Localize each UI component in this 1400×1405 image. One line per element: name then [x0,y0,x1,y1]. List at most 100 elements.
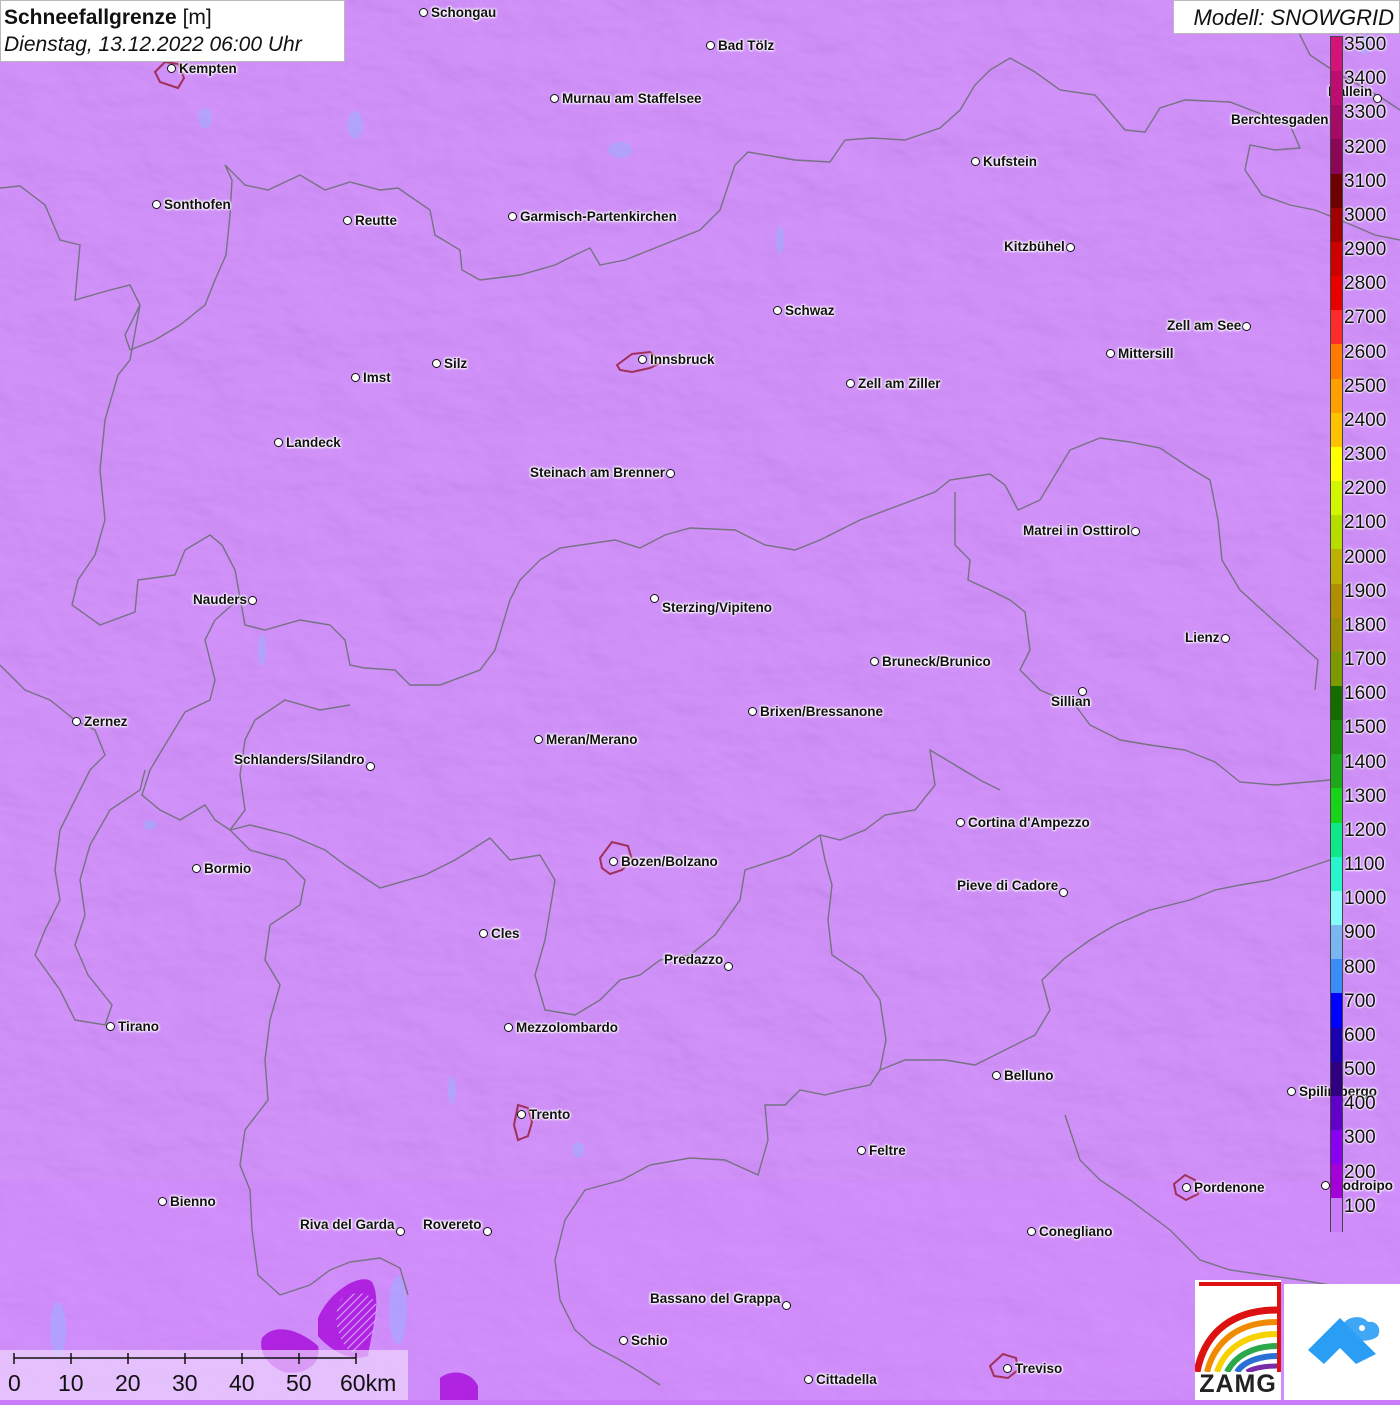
city-marker[interactable] [857,1146,866,1155]
city-label[interactable]: Schlanders/Silandro [234,752,365,768]
city-marker[interactable] [1242,322,1251,331]
city-label[interactable]: Silz [444,356,467,372]
city-label[interactable]: Treviso [1015,1361,1062,1377]
city-marker[interactable] [1066,243,1075,252]
city-marker[interactable] [804,1375,813,1384]
city-marker[interactable] [1106,349,1115,358]
city-marker[interactable] [846,379,855,388]
city-marker[interactable] [366,762,375,771]
city-label[interactable]: Conegliano [1039,1224,1113,1240]
city-label[interactable]: Steinach am Brenner [530,465,665,481]
city-marker[interactable] [748,707,757,716]
city-marker[interactable] [343,216,352,225]
city-label[interactable]: Pieve di Cadore [957,878,1058,894]
city-marker[interactable] [479,929,488,938]
city-label[interactable]: Reutte [355,213,397,229]
city-label[interactable]: Riva del Garda [300,1217,395,1233]
city-label[interactable]: Cortina d'Ampezzo [968,815,1090,831]
city-marker[interactable] [248,596,257,605]
city-label[interactable]: Kitzbühel [1004,239,1065,255]
city-label[interactable]: Tirano [118,1019,159,1035]
city-label[interactable]: Bormio [204,861,251,877]
city-label[interactable]: Bienno [170,1194,216,1210]
city-marker[interactable] [274,438,283,447]
city-marker[interactable] [152,200,161,209]
city-marker[interactable] [550,94,559,103]
city-label[interactable]: Zell am Ziller [858,376,941,392]
city-marker[interactable] [773,306,782,315]
city-label[interactable]: Schwaz [785,303,835,319]
city-label[interactable]: Garmisch-Partenkirchen [520,209,677,225]
city-label[interactable]: Sillian [1051,694,1091,710]
city-label[interactable]: Feltre [869,1143,906,1159]
city-label[interactable]: Kempten [179,61,237,77]
city-marker[interactable] [1003,1364,1012,1373]
city-marker[interactable] [1182,1183,1191,1192]
city-marker[interactable] [419,8,428,17]
city-marker[interactable] [650,594,659,603]
city-marker[interactable] [396,1227,405,1236]
city-label[interactable]: Pordenone [1194,1180,1265,1196]
city-marker[interactable] [167,64,176,73]
city-label[interactable]: Murnau am Staffelsee [562,91,702,107]
city-marker[interactable] [508,212,517,221]
city-label[interactable]: Matrei in Osttirol [1023,523,1130,539]
city-label[interactable]: Schio [631,1333,668,1349]
city-marker[interactable] [870,657,879,666]
city-label[interactable]: Imst [363,370,391,386]
city-marker[interactable] [619,1336,628,1345]
city-marker[interactable] [1059,888,1068,897]
city-marker[interactable] [1287,1087,1296,1096]
city-marker[interactable] [638,355,647,364]
city-marker[interactable] [1321,1181,1330,1190]
city-marker[interactable] [1131,527,1140,536]
city-label[interactable]: Meran/Merano [546,732,638,748]
city-label[interactable]: Berchtesgaden [1231,112,1329,128]
city-marker[interactable] [192,864,201,873]
city-marker[interactable] [351,373,360,382]
city-marker[interactable] [956,818,965,827]
city-label[interactable]: Innsbruck [650,352,715,368]
city-marker[interactable] [158,1197,167,1206]
city-label[interactable]: Mezzolombardo [516,1020,618,1036]
city-label[interactable]: Brixen/Bressanone [760,704,883,720]
city-label[interactable]: Trento [529,1107,570,1123]
city-marker[interactable] [782,1301,791,1310]
city-label[interactable]: Cles [491,926,520,942]
city-label[interactable]: Bassano del Grappa [650,1291,781,1307]
city-label[interactable]: Nauders [193,592,247,608]
city-label[interactable]: Mittersill [1118,346,1174,362]
city-marker[interactable] [483,1227,492,1236]
city-label[interactable]: Bad Tölz [718,38,774,54]
city-label[interactable]: Bozen/Bolzano [621,854,718,870]
city-marker[interactable] [971,157,980,166]
city-label[interactable]: Zell am See [1167,318,1241,334]
city-label[interactable]: Cittadella [816,1372,877,1388]
zamg-logo[interactable]: ZAMG [1195,1280,1281,1400]
city-marker[interactable] [1027,1227,1036,1236]
city-label[interactable]: Sterzing/Vipiteno [662,600,772,616]
city-label[interactable]: Sonthofen [164,197,231,213]
city-marker[interactable] [992,1071,1001,1080]
city-label[interactable]: Rovereto [423,1217,482,1233]
city-label[interactable]: Bruneck/Brunico [882,654,991,670]
city-label[interactable]: Belluno [1004,1068,1054,1084]
city-marker[interactable] [504,1023,513,1032]
city-marker[interactable] [724,962,733,971]
city-marker[interactable] [534,735,543,744]
city-marker[interactable] [706,41,715,50]
city-label[interactable]: Lienz [1185,630,1220,646]
city-marker[interactable] [106,1022,115,1031]
city-label[interactable]: Predazzo [664,952,723,968]
city-marker[interactable] [609,857,618,866]
city-marker[interactable] [666,469,675,478]
city-marker[interactable] [517,1110,526,1119]
city-marker[interactable] [432,359,441,368]
city-label[interactable]: Landeck [286,435,341,451]
city-marker[interactable] [1221,634,1230,643]
city-label[interactable]: Kufstein [983,154,1037,170]
city-label[interactable]: Zernez [84,714,128,730]
cloud-logo[interactable] [1284,1284,1400,1400]
city-marker[interactable] [72,717,81,726]
city-label[interactable]: Schongau [431,5,496,21]
